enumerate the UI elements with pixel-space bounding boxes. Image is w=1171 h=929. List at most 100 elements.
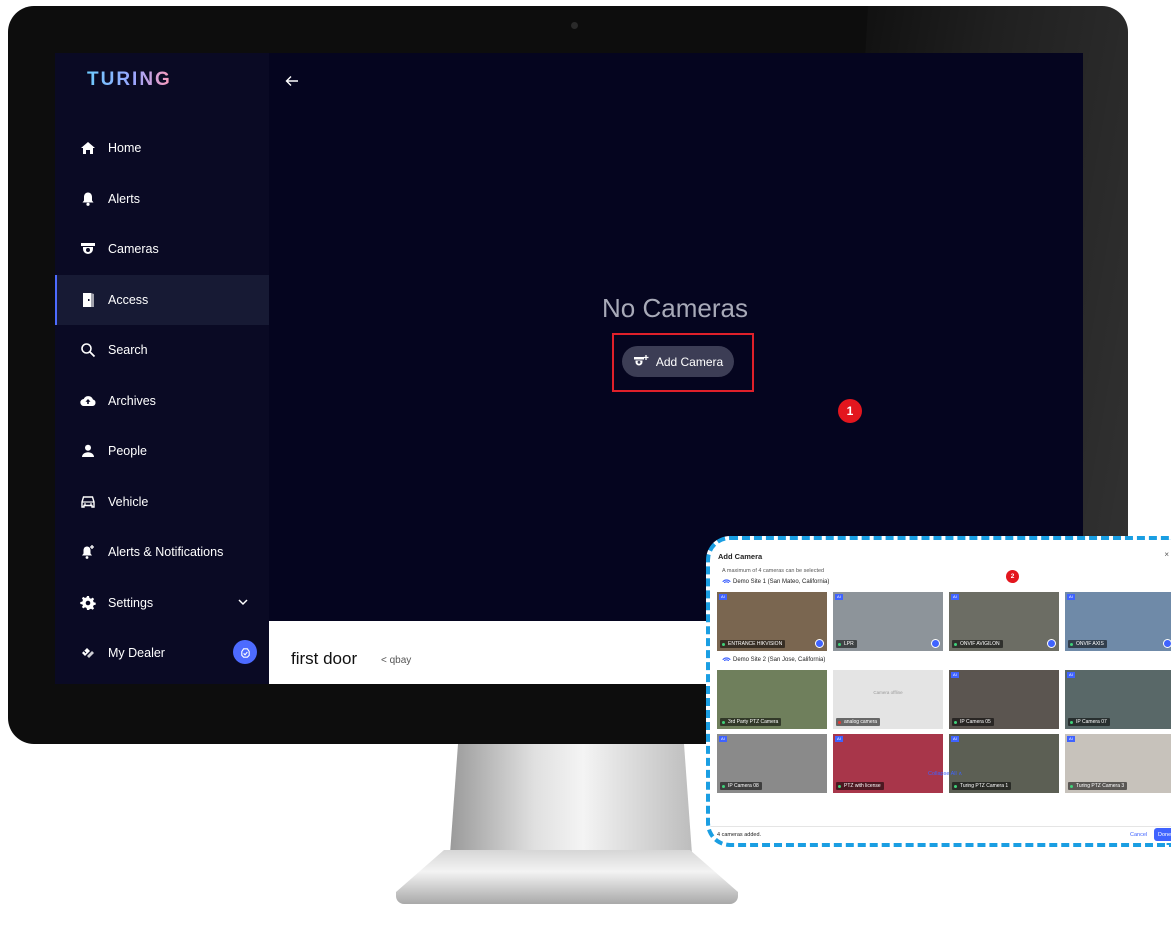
monitor-stand-base bbox=[396, 850, 738, 904]
sidebar-item-label: Cameras bbox=[108, 242, 159, 257]
ai-tag: AI bbox=[1067, 672, 1075, 678]
done-button[interactable]: Done bbox=[1154, 828, 1171, 841]
dialog-hint: A maximum of 4 cameras can be selected bbox=[722, 568, 825, 574]
car-icon bbox=[81, 496, 95, 508]
site-icon bbox=[722, 657, 731, 662]
dialog-footer-divider bbox=[710, 826, 1171, 827]
site-icon bbox=[722, 579, 731, 584]
camera-label: IP Camera 05 bbox=[952, 718, 994, 726]
cancel-button[interactable]: Cancel bbox=[1130, 832, 1147, 838]
sidebar-item-cameras[interactable]: Cameras bbox=[55, 224, 269, 275]
camera-offline-text: Camera offline bbox=[873, 690, 903, 695]
sidebar-item-people[interactable]: People bbox=[55, 426, 269, 477]
home-icon bbox=[81, 142, 95, 155]
camera-label: 3rd Party PTZ Camera bbox=[720, 718, 782, 726]
sidebar-item-label: Vehicle bbox=[108, 494, 149, 509]
camera-label: PTZ with license bbox=[836, 782, 884, 790]
chevron-down-icon[interactable] bbox=[237, 596, 249, 608]
gear-icon bbox=[80, 595, 96, 610]
camera-tile[interactable]: AI Turing PTZ Camera 1 bbox=[949, 734, 1059, 793]
cloud-upload-icon bbox=[80, 395, 96, 406]
ai-tag: AI bbox=[951, 736, 959, 742]
ai-tag: AI bbox=[1067, 736, 1075, 742]
ai-tag: AI bbox=[951, 672, 959, 678]
camera-label: analog camera bbox=[836, 718, 881, 726]
sidebar-item-access[interactable]: Access bbox=[55, 274, 269, 325]
sidebar-item-label: My Dealer bbox=[108, 646, 165, 661]
close-icon[interactable]: × bbox=[1164, 550, 1169, 559]
sidebar-item-archives[interactable]: Archives bbox=[55, 376, 269, 427]
handshake-icon bbox=[240, 647, 250, 658]
sidebar: TURING Home Alerts Cameras Access Search… bbox=[55, 53, 269, 684]
camera-tile[interactable]: AI IP Camera 05 bbox=[949, 670, 1059, 729]
check-icon[interactable] bbox=[1163, 639, 1171, 648]
back-arrow-icon[interactable] bbox=[284, 73, 300, 89]
camera-tile[interactable]: AI ENTRANCE HIKVISION bbox=[717, 592, 827, 651]
ai-tag: AI bbox=[835, 736, 843, 742]
camera-label: ONVIF AVIGILON bbox=[952, 640, 1003, 648]
camera-label: LPR bbox=[836, 640, 857, 648]
check-icon[interactable] bbox=[815, 639, 824, 648]
check-icon[interactable] bbox=[931, 639, 940, 648]
camera-tile[interactable]: Camera offline analog camera bbox=[833, 670, 943, 729]
camera-label: Turing PTZ Camera 1 bbox=[952, 782, 1012, 790]
camera-label: IP Camera 07 bbox=[1068, 718, 1110, 726]
sidebar-item-alerts[interactable]: Alerts bbox=[55, 174, 269, 225]
step-badge-2: 2 bbox=[1006, 570, 1019, 583]
ai-tag: AI bbox=[719, 736, 727, 742]
camera-tile[interactable]: AI IP Camera 07 bbox=[1065, 670, 1171, 729]
sidebar-item-alerts-notifications[interactable]: Alerts & Notifications bbox=[55, 527, 269, 578]
camera-icon bbox=[81, 243, 95, 255]
search-icon bbox=[81, 343, 96, 358]
dealer-icon bbox=[82, 648, 94, 659]
door-site-separator: < bbox=[381, 655, 387, 666]
dialog-title: Add Camera bbox=[718, 552, 763, 561]
camera-label: ENTRANCE HIKVISION bbox=[720, 640, 786, 648]
camera-tile[interactable]: AI ONVIF AVIGILON bbox=[949, 592, 1059, 651]
stage: TURING Home Alerts Cameras Access Search… bbox=[0, 0, 1171, 929]
camera-label: IP Camera 08 bbox=[720, 782, 762, 790]
camera-tile[interactable]: AI Turing PTZ Camera 3 bbox=[1065, 734, 1171, 793]
collapse-all-link[interactable]: Collapse All ∧ bbox=[928, 771, 962, 777]
sidebar-item-label: Alerts bbox=[108, 191, 140, 206]
site-name: Demo Site 1 (San Mateo, California) bbox=[733, 579, 830, 585]
camera-tile[interactable]: 3rd Party PTZ Camera bbox=[717, 670, 827, 729]
ai-tag: AI bbox=[951, 594, 959, 600]
site-label-1[interactable]: Demo Site 1 (San Mateo, California) bbox=[722, 579, 829, 585]
camera-label: ONVIF AXIS bbox=[1068, 640, 1107, 648]
check-icon[interactable] bbox=[1047, 639, 1056, 648]
sidebar-item-my-dealer[interactable]: My Dealer bbox=[55, 628, 269, 679]
bell-icon bbox=[82, 192, 94, 206]
cameras-added-count: 4 cameras added. bbox=[717, 832, 762, 838]
site-name: Demo Site 2 (San Jose, California) bbox=[733, 657, 826, 663]
step-badge-1: 1 bbox=[838, 399, 862, 423]
sidebar-nav: Home Alerts Cameras Access Search Archiv… bbox=[55, 123, 269, 679]
camera-label: Turing PTZ Camera 3 bbox=[1068, 782, 1128, 790]
camera-tile[interactable]: AI ONVIF AXIS bbox=[1065, 592, 1171, 651]
ai-tag: AI bbox=[1067, 594, 1075, 600]
door-site[interactable]: < qbay bbox=[381, 655, 411, 666]
site-label-2[interactable]: Demo Site 2 (San Jose, California) bbox=[722, 657, 825, 663]
sidebar-item-label: People bbox=[108, 444, 147, 459]
sidebar-item-label: Access bbox=[108, 292, 149, 307]
sidebar-item-vehicle[interactable]: Vehicle bbox=[55, 477, 269, 528]
sidebar-item-search[interactable]: Search bbox=[55, 325, 269, 376]
door-icon bbox=[83, 292, 94, 307]
door-name: first door bbox=[291, 649, 358, 668]
monitor-stand-neck bbox=[450, 744, 692, 854]
sidebar-item-home[interactable]: Home bbox=[55, 123, 269, 174]
ai-tag: AI bbox=[835, 594, 843, 600]
sidebar-item-label: Archives bbox=[108, 393, 156, 408]
annotation-highlight-box bbox=[612, 333, 754, 392]
camera-tile[interactable]: AI LPR bbox=[833, 592, 943, 651]
camera-tile[interactable]: AI PTZ with license bbox=[833, 734, 943, 793]
door-site-name: qbay bbox=[389, 655, 412, 666]
bell-plus-icon bbox=[82, 545, 94, 560]
sidebar-item-label: Settings bbox=[108, 595, 154, 610]
sidebar-item-settings[interactable]: Settings bbox=[55, 578, 269, 629]
dealer-handshake-badge[interactable] bbox=[233, 640, 257, 664]
camera-tile[interactable]: AI IP Camera 08 bbox=[717, 734, 827, 793]
empty-state-title: No Cameras bbox=[602, 293, 748, 323]
sidebar-item-label: Alerts & Notifications bbox=[108, 545, 224, 560]
ai-tag: AI bbox=[719, 594, 727, 600]
